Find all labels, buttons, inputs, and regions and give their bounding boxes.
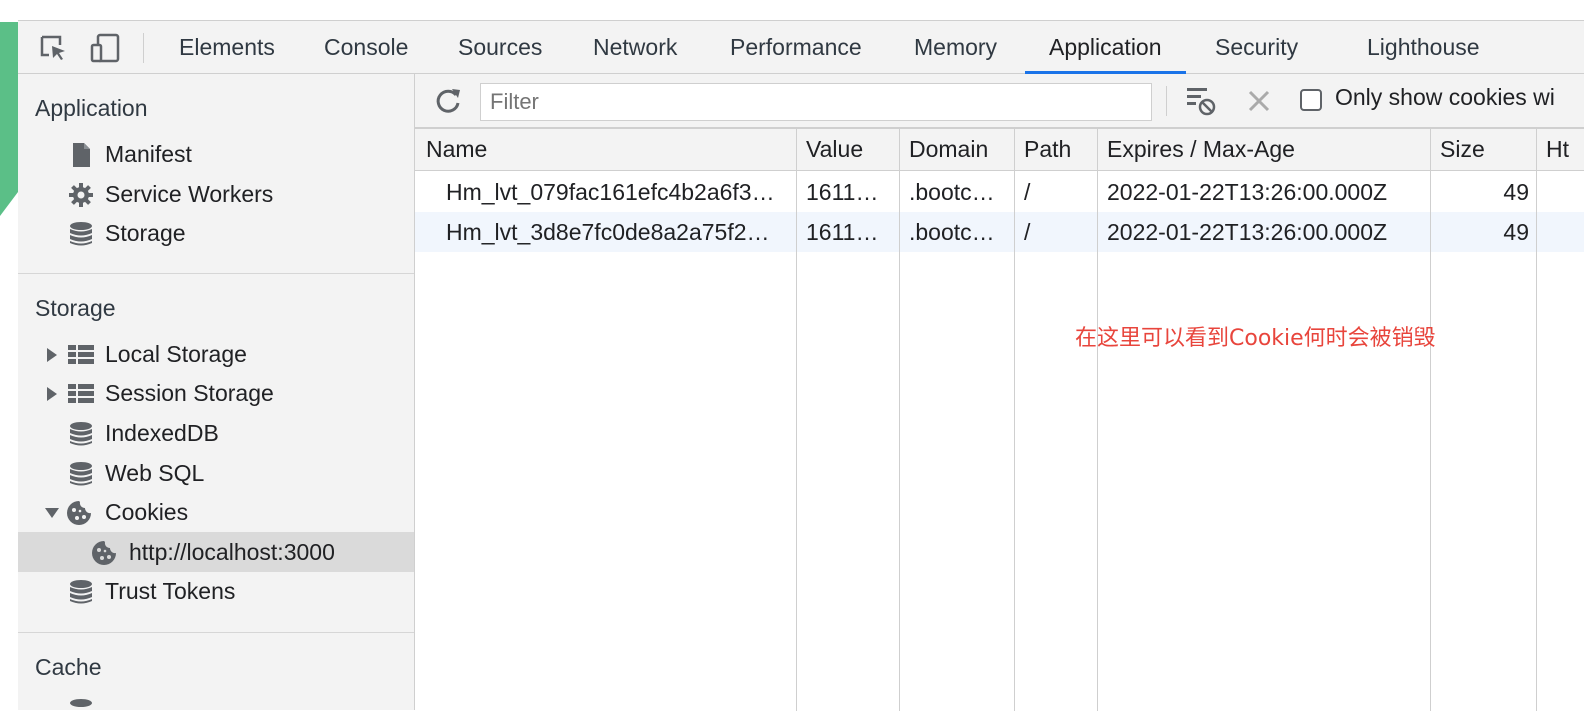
column-divider[interactable] [796,129,797,711]
sidebar-item-web-sql[interactable]: Web SQL [18,453,414,493]
sidebar-divider [18,632,414,633]
gear-icon [68,182,94,208]
cookie-value-cell: 1611… [806,219,879,245]
cookie-domain-cell: .bootc… [909,179,995,205]
device-toolbar-icon[interactable] [90,33,120,63]
cookie-icon [66,500,92,526]
expand-arrow-icon[interactable] [47,387,57,401]
application-sidebar: Application Manifest Service Workers Sto… [18,74,415,710]
sidebar-item-label: Storage [105,220,186,246]
collapse-arrow-icon[interactable] [45,508,59,518]
tab-lighthouse[interactable]: Lighthouse [1367,21,1480,74]
cookies-toolbar: Only show cookies wi [415,74,1584,128]
sidebar-item-label: Manifest [105,141,192,167]
cookie-expires-cell: 2022-01-22T13:26:00.000Z [1107,219,1388,245]
expand-arrow-icon[interactable] [47,348,57,362]
tab-security[interactable]: Security [1215,21,1298,74]
tab-network[interactable]: Network [593,21,677,74]
cookie-size-cell: 49 [1503,179,1529,205]
column-header-domain[interactable]: Domain [909,136,988,163]
table-row[interactable]: Hm_lvt_3d8e7fc0de8a2a75f2… 1611… .bootc…… [415,212,1584,252]
cookie-size-cell: 49 [1503,219,1529,245]
only-show-issues-checkbox[interactable] [1300,89,1322,111]
cookie-value-cell: 1611… [806,179,879,205]
sidebar-section-application: Application [35,95,148,121]
cookie-name-cell: Hm_lvt_079fac161efc4b2a6f3… [446,179,775,205]
sidebar-item-label: Trust Tokens [105,578,236,604]
column-header-value[interactable]: Value [806,136,863,163]
sidebar-item-trust-tokens[interactable]: Trust Tokens [18,571,414,611]
tab-performance[interactable]: Performance [730,21,862,74]
left-edge-decoration [0,0,18,710]
inspect-element-icon[interactable] [38,33,68,63]
column-header-size[interactable]: Size [1440,136,1485,163]
window-top-strip [18,0,1584,21]
tab-memory[interactable]: Memory [914,21,997,74]
tab-sources[interactable]: Sources [458,21,542,74]
tab-application[interactable]: Application [1025,21,1185,74]
cookie-expires-cell: 2022-01-22T13:26:00.000Z [1107,179,1388,205]
sidebar-item-label: Service Workers [105,181,274,207]
clear-filtered-icon[interactable] [1185,85,1217,117]
database-icon [68,221,94,247]
column-divider[interactable] [1097,129,1098,711]
column-divider[interactable] [1536,129,1537,711]
cookies-table: Name Value Domain Path Expires / Max-Age… [415,128,1584,711]
database-icon [68,461,94,487]
column-divider[interactable] [1014,129,1015,711]
cookies-panel: Only show cookies wi Name Value Domain P… [415,74,1584,711]
file-icon [68,142,94,168]
filter-input[interactable] [480,83,1152,121]
database-icon [68,579,94,605]
sidebar-item-label: IndexedDB [105,420,219,446]
tab-elements[interactable]: Elements [179,21,275,74]
sidebar-item-session-storage[interactable]: Session Storage [18,373,414,413]
sidebar-item-manifest[interactable]: Manifest [18,134,414,174]
annotation-note: 在这里可以看到Cookie何时会被销毁 [1075,326,1436,351]
cookie-path-cell: / [1024,219,1031,245]
database-icon [68,698,94,710]
sidebar-item-local-storage[interactable]: Local Storage [18,334,414,374]
table-icon [68,381,94,407]
toolbar-separator [143,33,144,63]
table-row[interactable]: Hm_lvt_079fac161efc4b2a6f3… 1611… .bootc… [415,172,1584,212]
cookie-name-cell: Hm_lvt_3d8e7fc0de8a2a75f2… [446,219,770,245]
sidebar-section-storage: Storage [35,295,116,321]
sidebar-divider [18,273,414,274]
devtools-tab-bar: Elements Console Sources Network Perform… [18,21,1584,74]
sidebar-item-label: Session Storage [105,380,274,406]
column-divider[interactable] [899,129,900,711]
cookie-icon [91,540,117,566]
only-show-issues-label: Only show cookies wi [1335,84,1555,110]
table-header: Name Value Domain Path Expires / Max-Age… [415,129,1584,171]
column-header-httponly[interactable]: Ht [1546,136,1569,163]
sidebar-item-label: Cookies [105,499,189,525]
sidebar-item-indexeddb[interactable]: IndexedDB [18,413,414,453]
sidebar-section-cache: Cache [35,654,102,680]
cookie-domain-cell: .bootc… [909,219,995,245]
toolbar-separator [1166,86,1167,116]
column-divider[interactable] [1430,129,1431,711]
column-header-name[interactable]: Name [426,136,487,163]
delete-icon[interactable] [1247,89,1271,113]
sidebar-item-label: Web SQL [105,460,205,486]
sidebar-item-label: Local Storage [105,341,247,367]
column-header-path[interactable]: Path [1024,136,1071,163]
sidebar-item-storage[interactable]: Storage [18,213,414,253]
column-header-expires[interactable]: Expires / Max-Age [1107,136,1295,163]
tab-console[interactable]: Console [324,21,408,74]
sidebar-item-cookie-localhost[interactable]: http://localhost:3000 [18,532,414,572]
sidebar-item-label: http://localhost:3000 [129,539,335,565]
sidebar-item-service-workers[interactable]: Service Workers [18,174,414,214]
refresh-icon[interactable] [433,86,463,116]
table-icon [68,342,94,368]
cookie-path-cell: / [1024,179,1031,205]
database-icon [68,421,94,447]
sidebar-item-cookies[interactable]: Cookies [18,492,414,532]
